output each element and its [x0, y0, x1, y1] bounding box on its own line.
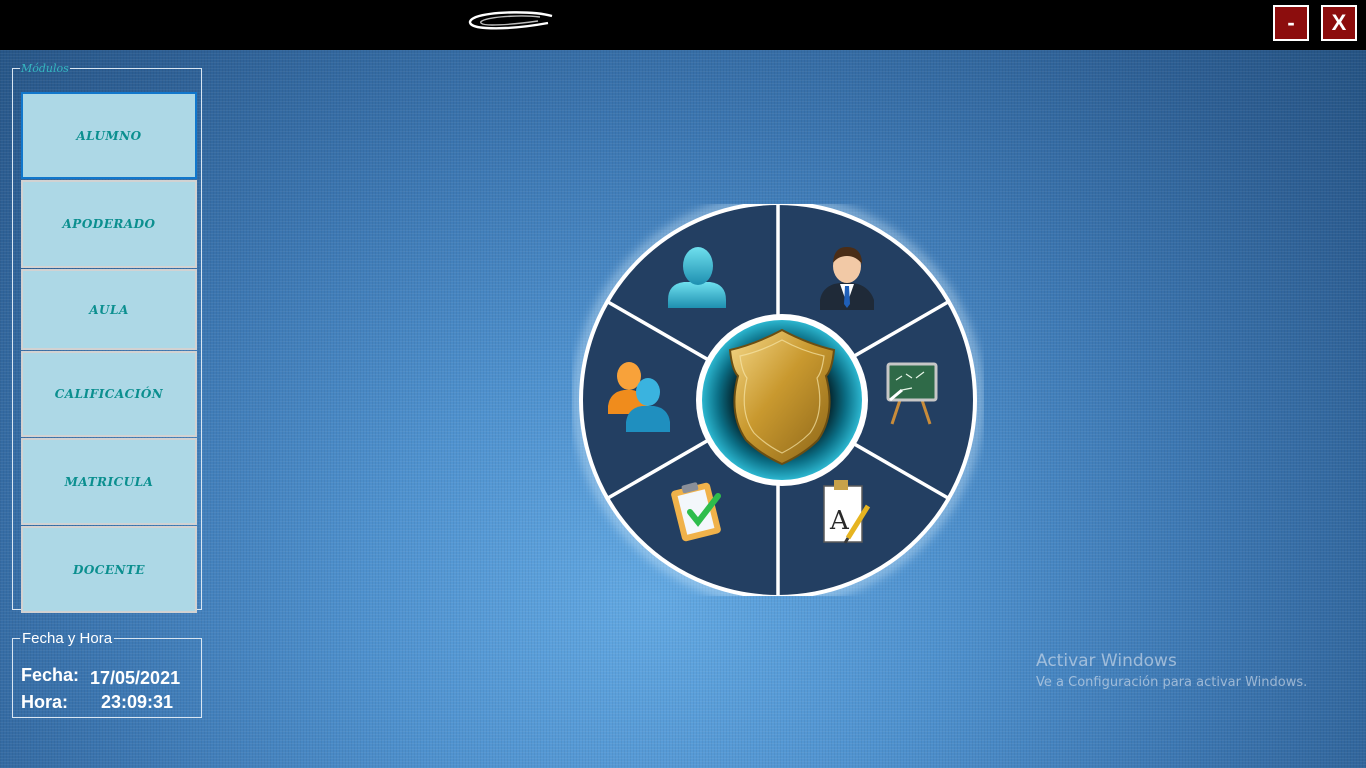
- title-bar: - X: [0, 0, 1366, 50]
- hora-value: 23:09:31: [101, 692, 174, 712]
- matricula-button[interactable]: MATRICULA: [21, 438, 197, 525]
- module-wheel: A: [573, 204, 983, 596]
- activate-windows-watermark: Activar Windows Ve a Configuración para …: [1036, 651, 1307, 690]
- activate-title: Activar Windows: [1036, 651, 1177, 671]
- datetime-legend: Fecha y Hora: [22, 630, 113, 647]
- modules-legend: Módulos: [21, 62, 69, 75]
- document-pencil-icon[interactable]: A: [823, 480, 871, 544]
- swoosh-logo-icon: [468, 11, 553, 30]
- activate-subtitle: Ve a Configuración para activar Windows.: [1036, 675, 1308, 690]
- hora-label: Hora:: [21, 692, 69, 712]
- aula-button[interactable]: AULA: [21, 269, 197, 350]
- modules-panel: Módulos ALUMNO APODERADO AULA CALIFICACI…: [12, 62, 202, 613]
- docente-button[interactable]: DOCENTE: [21, 526, 197, 613]
- close-button[interactable]: X: [1321, 5, 1357, 41]
- calificacion-button[interactable]: CALIFICACIÓN: [21, 351, 197, 437]
- fecha-value: 17/05/2021: [90, 668, 181, 688]
- datetime-panel: Fecha y Hora Fecha: 17/05/2021 Hora: 23:…: [12, 630, 202, 718]
- fecha-label: Fecha:: [21, 665, 80, 685]
- alumno-button[interactable]: ALUMNO: [21, 92, 197, 179]
- apoderado-button[interactable]: APODERADO: [21, 180, 197, 268]
- svg-text:A: A: [829, 506, 850, 536]
- minimize-button[interactable]: -: [1273, 5, 1309, 41]
